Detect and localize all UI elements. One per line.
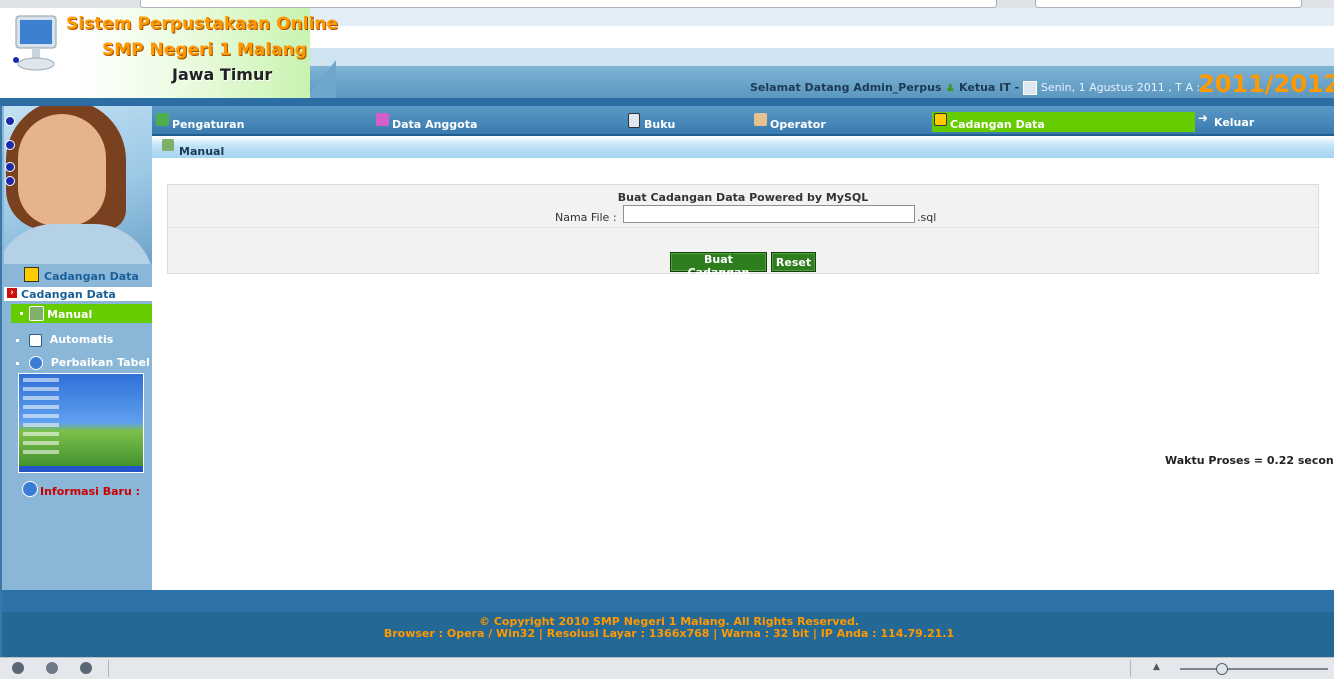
menu-label: Pengaturan bbox=[172, 118, 245, 131]
logo-region: Jawa Timur bbox=[172, 65, 273, 84]
members-icon bbox=[376, 113, 389, 126]
info-icon bbox=[22, 481, 38, 497]
process-time: Waktu Proses = 0.22 seconds bbox=[1165, 454, 1334, 467]
operator-photo bbox=[4, 106, 152, 264]
footer-info: Browser : Opera / Win32 | Resolusi Layar… bbox=[383, 627, 955, 640]
menu-item-keluar[interactable]: ➜ Keluar bbox=[1196, 112, 1296, 132]
academic-year: 2011/2012 bbox=[1198, 70, 1334, 98]
manual-icon bbox=[29, 306, 44, 321]
manual-icon bbox=[162, 139, 174, 151]
date-text: Senin, 1 Agustus 2011 , T A : bbox=[1040, 81, 1201, 94]
sidebar-item-automatis[interactable]: Automatis bbox=[16, 333, 113, 347]
computer-monitor-icon bbox=[13, 15, 57, 71]
info-label: Informasi Baru : bbox=[40, 485, 141, 498]
logo-title: Sistem Perpustakaan Online bbox=[66, 14, 338, 34]
arrow-right-icon: › bbox=[7, 288, 17, 298]
menu-item-data-anggota[interactable]: Data Anggota bbox=[374, 112, 574, 132]
check-icon bbox=[28, 356, 43, 370]
speed-dial-icon[interactable] bbox=[80, 662, 92, 674]
chevron-up-icon[interactable]: ▲ bbox=[1153, 662, 1160, 672]
welcome-bar: Selamat Datang Admin_Perpus ♟ Ketua IT -… bbox=[750, 81, 1200, 95]
zoom-slider[interactable] bbox=[1180, 668, 1328, 670]
sidebar-item-manual[interactable]: Manual bbox=[11, 304, 152, 323]
sidebar-section-label: Cadangan Data bbox=[21, 288, 116, 301]
main-content: Buat Cadangan Data Powered by MySQL Nama… bbox=[152, 158, 1334, 590]
sidebar: Cadangan Data › Cadangan Data Manual Aut… bbox=[0, 106, 154, 590]
book-icon bbox=[628, 113, 640, 128]
cloud-icon[interactable] bbox=[12, 662, 24, 674]
logo-school: SMP Negeri 1 Malang bbox=[102, 40, 307, 60]
header-divider bbox=[0, 98, 1334, 106]
sidebar-section-cadangan-data[interactable]: › Cadangan Data bbox=[4, 287, 152, 301]
menu-item-buku[interactable]: Buku bbox=[626, 112, 726, 132]
menu-item-operator[interactable]: Operator bbox=[752, 112, 902, 132]
backup-icon bbox=[24, 267, 39, 282]
zoom-slider-handle[interactable] bbox=[1216, 663, 1228, 675]
menu-item-cadangan-data[interactable]: Cadangan Data bbox=[932, 112, 1195, 132]
browser-status-bar: ▲ bbox=[0, 657, 1334, 679]
role-text: Ketua IT - bbox=[959, 81, 1020, 94]
site-header: Sistem Perpustakaan Online SMP Negeri 1 … bbox=[0, 8, 1334, 98]
sidebar-title: Cadangan Data bbox=[44, 270, 139, 283]
filename-extension: .sql bbox=[917, 211, 937, 224]
settings-icon bbox=[156, 113, 169, 126]
site-logo: Sistem Perpustakaan Online SMP Negeri 1 … bbox=[0, 8, 338, 98]
calendar-icon bbox=[1023, 81, 1037, 95]
submenu-bar: Manual bbox=[152, 136, 1334, 158]
main-menu: Pengaturan Data Anggota Buku Operator Ca… bbox=[152, 106, 1334, 136]
share-icon[interactable] bbox=[46, 662, 58, 674]
menu-label: Operator bbox=[770, 118, 826, 131]
create-backup-button[interactable]: Buat Cadangan bbox=[670, 252, 767, 279]
sidebar-item-label: Manual bbox=[47, 308, 93, 321]
menu-item-pengaturan[interactable]: Pengaturan bbox=[154, 112, 354, 132]
user-icon: ♟ bbox=[945, 81, 956, 94]
backup-form: Buat Cadangan Data Powered by MySQL Nama… bbox=[167, 184, 1319, 279]
form-title: Buat Cadangan Data Powered by MySQL bbox=[617, 191, 869, 204]
sidebar-item-perbaikan-tabel[interactable]: Perbaikan Tabel bbox=[16, 356, 150, 370]
window-icon bbox=[28, 333, 42, 347]
reset-button[interactable]: Reset bbox=[771, 252, 816, 272]
filename-label: Nama File : bbox=[555, 211, 617, 224]
menu-label: Data Anggota bbox=[392, 118, 478, 131]
sidebar-item-label: Automatis bbox=[49, 333, 114, 346]
logout-icon: ➜ bbox=[1198, 111, 1209, 125]
operator-icon bbox=[754, 113, 767, 126]
footer-top-band bbox=[0, 590, 1334, 612]
menu-label: Keluar bbox=[1214, 116, 1255, 129]
bullet-icon bbox=[5, 162, 15, 172]
bullet-icon bbox=[5, 176, 15, 186]
browser-search-box[interactable] bbox=[1035, 0, 1302, 8]
bullet-icon bbox=[5, 140, 15, 150]
backup-icon bbox=[934, 113, 947, 126]
menu-label: Buku bbox=[644, 118, 676, 131]
sidebar-item-label: Perbaikan Tabel bbox=[50, 356, 150, 369]
menu-label: Cadangan Data bbox=[950, 118, 1045, 131]
filename-input[interactable] bbox=[623, 205, 915, 223]
submenu-item-manual[interactable]: Manual bbox=[179, 145, 224, 158]
bullet-icon bbox=[5, 116, 15, 126]
desktop-screenshot-thumbnail bbox=[18, 373, 144, 473]
address-bar[interactable] bbox=[140, 0, 997, 8]
footer: © Copyright 2010 SMP Negeri 1 Malang. Al… bbox=[0, 612, 1334, 657]
welcome-text: Selamat Datang Admin_Perpus bbox=[750, 81, 942, 94]
